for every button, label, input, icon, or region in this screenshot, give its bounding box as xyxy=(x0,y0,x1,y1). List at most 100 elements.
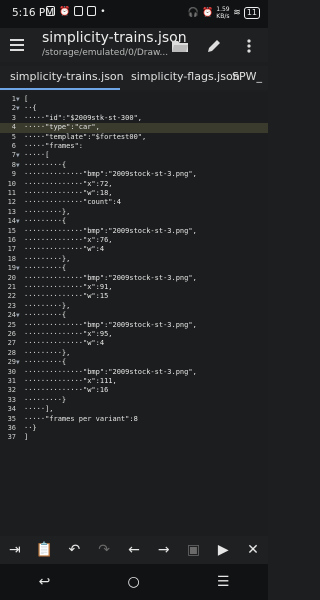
menu-icon[interactable] xyxy=(10,39,24,54)
edit-pencil-icon[interactable] xyxy=(206,38,222,54)
code-line[interactable]: 2 ▼ ··{ xyxy=(0,104,268,113)
code-line[interactable]: 35 ·····"frames per variant":8 xyxy=(0,415,268,424)
save-icon[interactable]: ▣ xyxy=(182,542,204,558)
code-line[interactable]: 30 ··············"bmp":"2009stock-st-3.pn… xyxy=(0,368,268,377)
code-text: ··············"bmp":"2009stock-st-3.png"… xyxy=(24,367,197,376)
tab-indent-icon[interactable]: ⇥ xyxy=(4,542,26,558)
home-icon[interactable]: ○ xyxy=(127,574,139,590)
code-editor[interactable]: 1 ▼[2 ▼ ··{3 ·····"id":"$2009stk-st-300", 4 ··… xyxy=(0,92,268,536)
code-text: ·········{ xyxy=(24,264,67,273)
code-text: ·········{ xyxy=(24,311,67,320)
recents-icon[interactable]: ☰ xyxy=(217,574,230,590)
line-number: 23 xyxy=(7,301,16,310)
line-number: 12 xyxy=(7,198,16,207)
code-text: ··············"w":4 xyxy=(24,245,105,254)
system-nav-bar: ↩ ○ ☰ xyxy=(0,564,268,600)
app-bar: simplicity-trains.json /storage/emulated… xyxy=(0,28,268,62)
fold-arrow-icon[interactable]: ▼ xyxy=(16,104,24,113)
line-number: 37 xyxy=(7,433,16,442)
battery-icon: 11 xyxy=(243,7,260,19)
code-line[interactable]: 8 ▼ ·········{ xyxy=(0,161,268,170)
code-line[interactable]: 27 ··············"w":4 xyxy=(0,339,268,348)
code-line[interactable]: 17 ··············"w":4 xyxy=(0,245,268,254)
fold-arrow-icon[interactable]: ▼ xyxy=(16,151,24,160)
code-text: ·········} xyxy=(24,395,67,404)
code-line[interactable]: 29 ▼ ·········{ xyxy=(0,358,268,367)
code-line[interactable]: 32 ··············"w":16 xyxy=(0,386,268,395)
arrow-right-icon[interactable]: → xyxy=(153,542,175,558)
code-line[interactable]: 26 ··············"x":95, xyxy=(0,330,268,339)
code-line[interactable]: 23 ·········}, xyxy=(0,302,268,311)
code-line[interactable]: 28 ·········}, xyxy=(0,349,268,358)
fold-arrow-icon[interactable]: ▼ xyxy=(16,311,24,320)
fold-arrow-icon[interactable]: ▼ xyxy=(16,161,24,170)
line-number: 21 xyxy=(7,283,16,291)
line-number: 18 xyxy=(7,254,16,263)
code-line[interactable]: 9 ··············"bmp":"2009stock-st-3.png… xyxy=(0,170,268,179)
code-line[interactable]: 3 ·····"id":"$2009stk-st-300", xyxy=(0,114,268,123)
code-line[interactable]: 4 ·····"type":"car", xyxy=(0,123,268,133)
system-icons: 🎧 ⏰ 1.59 KB/s ≋ 11 xyxy=(188,6,260,20)
code-text: ··············"count":4 xyxy=(24,198,121,207)
code-line[interactable]: 10 ··············"x":72, xyxy=(0,180,268,189)
code-line[interactable]: 7 ▼ ·····[ xyxy=(0,151,268,160)
code-line[interactable]: 11 ··············"w":18, xyxy=(0,189,268,198)
folder-open-icon[interactable] xyxy=(172,40,188,52)
code-line[interactable]: 24 ▼ ·········{ xyxy=(0,311,268,320)
line-number: 5 xyxy=(11,132,16,141)
code-line[interactable]: 34 ·····], xyxy=(0,405,268,414)
fold-arrow-icon[interactable]: ▼ xyxy=(16,95,24,104)
code-text: ] xyxy=(24,433,29,442)
code-line[interactable]: 5 ·····"template":"$fortest00", xyxy=(0,133,268,142)
code-line[interactable]: 13 ·········}, xyxy=(0,208,268,217)
line-number: 11 xyxy=(7,189,16,197)
code-text: ·········}, xyxy=(24,254,71,263)
code-line[interactable]: 33 ·········} xyxy=(0,396,268,405)
line-number: 20 xyxy=(7,273,16,282)
fold-arrow-icon[interactable]: ▼ xyxy=(16,264,24,273)
more-vert-icon[interactable] xyxy=(246,38,252,54)
code-line[interactable]: 19 ▼ ·········{ xyxy=(0,264,268,273)
line-number: 22 xyxy=(7,292,16,301)
wifi-icon: ≋ xyxy=(233,8,241,18)
code-line[interactable]: 31 ··············"x":111, xyxy=(0,377,268,386)
line-number: 3 xyxy=(11,113,16,122)
code-line[interactable]: 21 ··············"x":91, xyxy=(0,283,268,292)
close-icon[interactable]: ✕ xyxy=(242,542,264,558)
code-line[interactable]: 22 ··············"w":15 xyxy=(0,292,268,301)
code-line[interactable]: 1 ▼[ xyxy=(0,95,268,104)
redo-icon[interactable]: ↷ xyxy=(93,542,115,558)
file-title: simplicity-trains.json xyxy=(42,30,187,46)
line-number: 13 xyxy=(7,207,16,216)
code-line[interactable]: 16 ··············"x":76, xyxy=(0,236,268,245)
tab-spw[interactable]: SPW_ xyxy=(232,70,262,83)
code-line[interactable]: 18 ·········}, xyxy=(0,255,268,264)
bottom-toolbar: ⇥ 📋 ↶ ↷ ← → ▣ ▶ ✕ xyxy=(0,536,268,564)
fold-arrow-icon[interactable]: ▼ xyxy=(16,217,24,226)
code-text: ·····"frames": xyxy=(24,142,84,150)
fold-arrow-icon[interactable]: ▼ xyxy=(16,358,24,367)
arrow-left-icon[interactable]: ← xyxy=(123,542,145,558)
line-number: 7 xyxy=(11,151,16,160)
line-number: 27 xyxy=(7,339,16,348)
run-icon[interactable]: ▶ xyxy=(212,542,234,558)
code-line[interactable]: 20 ··············"bmp":"2009stock-st-3.pn… xyxy=(0,274,268,283)
code-line[interactable]: 15 ··············"bmp":"2009stock-st-3.pn… xyxy=(0,227,268,236)
code-line[interactable]: 37] xyxy=(0,433,268,442)
code-text: ·········}, xyxy=(24,207,71,216)
back-icon[interactable]: ↩ xyxy=(39,574,51,590)
code-text: ··············"bmp":"2009stock-st-3.png"… xyxy=(24,226,197,235)
code-line[interactable]: 25 ··············"bmp":"2009stock-st-3.pn… xyxy=(0,321,268,330)
code-line[interactable]: 12 ··············"count":4 xyxy=(0,198,268,207)
undo-icon[interactable]: ↶ xyxy=(63,542,85,558)
clipboard-icon[interactable]: 📋 xyxy=(34,542,56,558)
code-line[interactable]: 36 ··} xyxy=(0,424,268,433)
code-line[interactable]: 6 ·····"frames": xyxy=(0,142,268,151)
tab-simplicity-flags[interactable]: simplicity-flags.json xyxy=(131,70,240,83)
line-number: 32 xyxy=(7,386,16,395)
code-text: ·····"template":"$fortest00", xyxy=(24,132,147,141)
code-line[interactable]: 14 ▼ ·········{ xyxy=(0,217,268,226)
code-text: ·········{ xyxy=(24,160,67,169)
line-number: 6 xyxy=(11,142,16,150)
tab-simplicity-trains[interactable]: simplicity-trains.json xyxy=(10,70,124,83)
